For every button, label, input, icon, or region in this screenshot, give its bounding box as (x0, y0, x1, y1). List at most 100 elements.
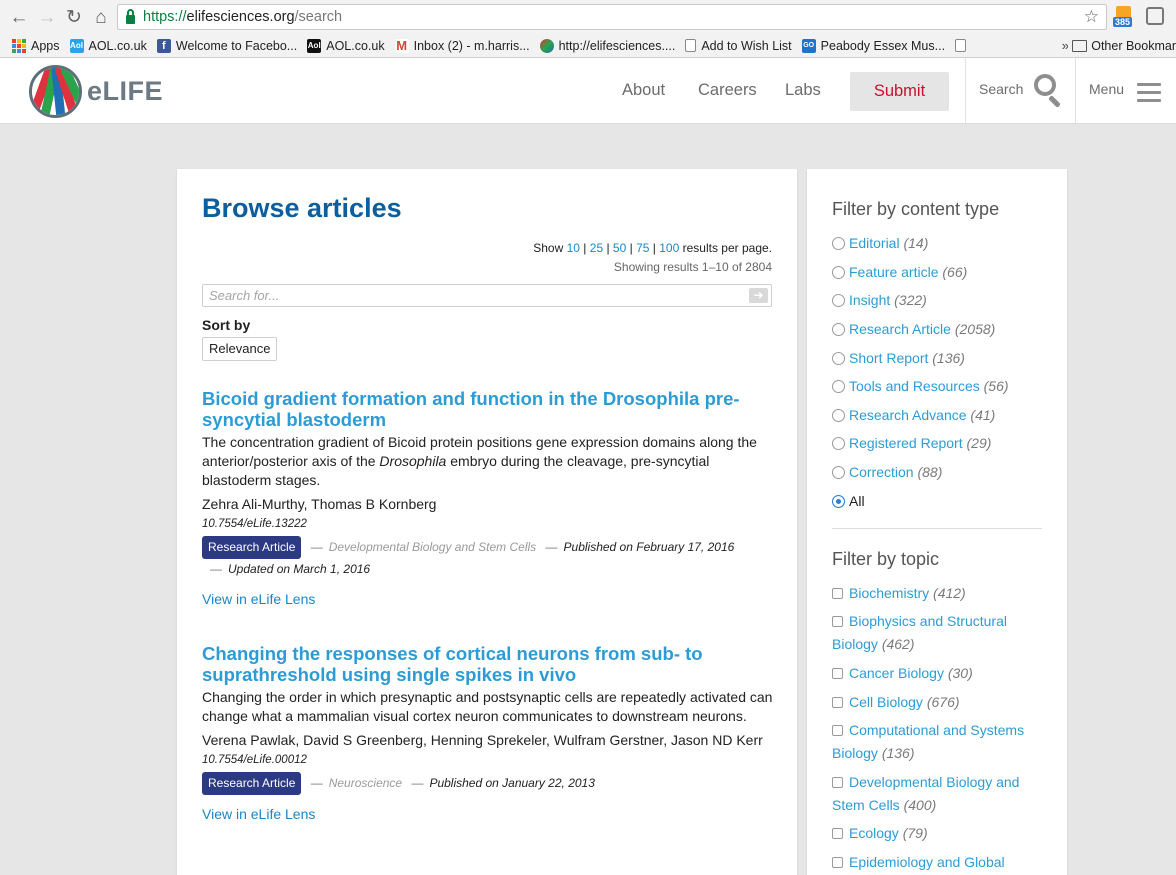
filter-type-insight[interactable]: Insight (322) (832, 289, 1047, 312)
rss-extension-icon[interactable]: 385 (1113, 6, 1135, 30)
aol-icon: Aol (69, 38, 84, 53)
checkbox[interactable] (832, 777, 843, 788)
bookmark-gmail[interactable]: M Inbox (2) - m.harris... (394, 38, 530, 53)
bookmark-apps[interactable]: Apps (12, 38, 60, 53)
article-updated: Updated on March 1, 2016 (228, 562, 371, 576)
filter-type-editorial[interactable]: Editorial (14) (832, 232, 1047, 255)
bookmark-elife[interactable]: http://elifesciences.... (539, 38, 675, 53)
search-input[interactable] (203, 285, 743, 306)
back-arrow-icon[interactable]: ← (8, 6, 30, 28)
page-size-10[interactable]: 10 (567, 241, 580, 255)
radio-button[interactable] (832, 323, 845, 336)
hamburger-menu-icon[interactable] (1137, 83, 1161, 107)
elife-icon (539, 38, 554, 53)
nav-careers[interactable]: Careers (698, 81, 757, 100)
bookmark-facebook[interactable]: f Welcome to Facebo... (156, 38, 297, 53)
bookmark-blank[interactable] (955, 39, 971, 52)
filter-topic-cell-biology[interactable]: Cell Biology (676) (832, 691, 1047, 714)
checkbox[interactable] (832, 588, 843, 599)
search-icon[interactable] (1034, 74, 1064, 108)
radio-button[interactable] (832, 237, 845, 250)
filter-type-correction[interactable]: Correction (88) (832, 461, 1047, 484)
checkbox[interactable] (832, 668, 843, 679)
filter-count: (66) (942, 264, 968, 280)
nav-labs[interactable]: Labs (785, 81, 821, 100)
address-bar[interactable]: https://elifesciences.org/search ☆ (117, 4, 1107, 30)
forward-arrow-icon[interactable]: → (36, 6, 58, 28)
nav-about[interactable]: About (622, 81, 665, 100)
checkbox[interactable] (832, 828, 843, 839)
radio-button[interactable] (832, 380, 845, 393)
url-scheme: https:// (143, 9, 187, 25)
bookmark-label: AOL.co.uk (326, 38, 385, 53)
site-header: eLIFE About Careers Labs Submit Search M… (0, 58, 1176, 124)
article-title[interactable]: Bicoid gradient formation and function i… (202, 388, 777, 430)
filter-label: All (849, 493, 865, 509)
search-go-arrow-icon[interactable]: ➜ (749, 288, 768, 303)
view-in-lens-link[interactable]: View in eLife Lens (202, 806, 777, 822)
filter-count: (136) (932, 350, 965, 366)
radio-button-selected[interactable] (832, 495, 845, 508)
filter-count: (136) (881, 745, 915, 761)
checkbox[interactable] (832, 725, 843, 736)
article-type-badge[interactable]: Research Article (202, 536, 302, 559)
filter-type-research-article[interactable]: Research Article (2058) (832, 318, 1047, 341)
filter-label: Feature article (849, 264, 939, 280)
page-size-selector: Show 10 | 25 | 50 | 75 | 100 results per… (533, 241, 772, 255)
filter-topic-biochemistry[interactable]: Biochemistry (412) (832, 582, 1047, 605)
other-bookmarks[interactable]: Other Bookmar (1068, 34, 1176, 57)
bookmark-wishlist[interactable]: Add to Wish List (685, 39, 792, 53)
bookmark-aol-2[interactable]: Aol AOL.co.uk (307, 38, 385, 53)
article-subject[interactable]: Developmental Biology and Stem Cells (329, 540, 536, 554)
bookmark-star-icon[interactable]: ☆ (1084, 7, 1099, 27)
extension-icon[interactable] (1146, 7, 1164, 25)
results-count: Showing results 1–10 of 2804 (613, 260, 772, 274)
radio-button[interactable] (832, 294, 845, 307)
filter-topic-ecology[interactable]: Ecology (79) (832, 822, 1047, 845)
filter-topic-epidemiology[interactable]: Epidemiology and Global (832, 851, 1047, 874)
article-type-badge[interactable]: Research Article (202, 772, 302, 795)
submit-button[interactable]: Submit (850, 72, 949, 111)
menu-label[interactable]: Menu (1089, 81, 1124, 97)
filter-type-short-report[interactable]: Short Report (136) (832, 347, 1047, 370)
page-size-100[interactable]: 100 (659, 241, 679, 255)
home-icon[interactable]: ⌂ (90, 6, 112, 28)
page-size-75[interactable]: 75 (636, 241, 649, 255)
radio-button[interactable] (832, 437, 845, 450)
bookmark-peabody[interactable]: GO Peabody Essex Mus... (801, 38, 945, 53)
filter-type-all[interactable]: All (832, 490, 1047, 513)
article-title[interactable]: Changing the responses of cortical neuro… (202, 643, 777, 685)
filter-topic-cancer-biology[interactable]: Cancer Biology (30) (832, 662, 1047, 685)
search-label[interactable]: Search (979, 81, 1023, 97)
filter-type-research-advance[interactable]: Research Advance (41) (832, 404, 1047, 427)
checkbox[interactable] (832, 857, 843, 868)
reload-icon[interactable]: ↻ (63, 6, 85, 28)
filter-type-registered-report[interactable]: Registered Report (29) (832, 432, 1047, 455)
bookmark-aol[interactable]: Aol AOL.co.uk (69, 38, 147, 53)
radio-button[interactable] (832, 352, 845, 365)
sort-label: Sort by (202, 317, 251, 333)
checkbox[interactable] (832, 616, 843, 627)
filter-topic-heading: Filter by topic (832, 549, 940, 569)
radio-button[interactable] (832, 466, 845, 479)
filter-type-tools-and-resources[interactable]: Tools and Resources (56) (832, 375, 1047, 398)
sort-select[interactable]: Relevance (202, 337, 278, 361)
browse-articles-panel: Browse articles Show 10 | 25 | 50 | 75 |… (177, 169, 797, 875)
header-divider (965, 58, 966, 124)
radio-button[interactable] (832, 409, 845, 422)
checkbox[interactable] (832, 697, 843, 708)
view-in-lens-link[interactable]: View in eLife Lens (202, 591, 777, 607)
filter-topic-computational-systems-biology[interactable]: Computational and Systems Biology (136) (832, 719, 1047, 765)
filter-count: (79) (902, 825, 928, 841)
page-size-25[interactable]: 25 (590, 241, 603, 255)
article-subject[interactable]: Neuroscience (329, 776, 402, 790)
page-size-50[interactable]: 50 (613, 241, 626, 255)
facebook-icon: f (156, 38, 171, 53)
elife-logo[interactable]: eLIFE (29, 65, 163, 118)
filter-count: (29) (966, 435, 992, 451)
radio-button[interactable] (832, 266, 845, 279)
filter-divider (832, 528, 1042, 529)
filter-topic-biophysics[interactable]: Biophysics and Structural Biology (462) (832, 610, 1047, 656)
filter-type-feature-article[interactable]: Feature article (66) (832, 261, 1047, 284)
filter-topic-developmental-biology[interactable]: Developmental Biology and Stem Cells (40… (832, 771, 1047, 817)
